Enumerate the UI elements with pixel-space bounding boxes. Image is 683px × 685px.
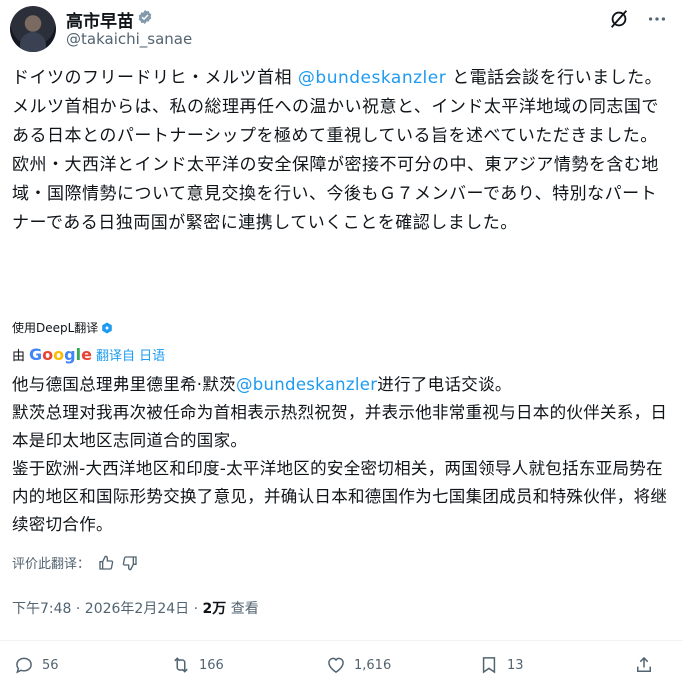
reply-icon bbox=[16, 657, 32, 674]
tweet-metadata: 下午7:48 · 2026年2月24日 · 2万 查看 bbox=[12, 598, 259, 618]
divider bbox=[0, 640, 683, 641]
author-name[interactable]: 高市早苗 bbox=[66, 7, 134, 32]
translation-text-segment: 他与德国总理弗里德里希·默茨 bbox=[12, 375, 236, 394]
bookmark-count: 13 bbox=[507, 657, 524, 673]
heart-icon bbox=[328, 657, 344, 673]
more-options-icon[interactable] bbox=[646, 8, 668, 30]
view-count: 2万 bbox=[202, 601, 227, 617]
rate-translation-label: 评价此翻译： bbox=[12, 557, 91, 572]
like-count: 1,616 bbox=[354, 657, 392, 673]
bookmark-icon bbox=[482, 657, 496, 674]
translated-from-label[interactable]: 翻译自 日语 bbox=[96, 349, 165, 364]
tweet-paragraph-1: ドイツのフリードリヒ・メルツ首相 @bundeskanzler と電話会談を行い… bbox=[12, 64, 672, 93]
mention-link[interactable]: @bundeskanzler bbox=[298, 68, 446, 88]
google-letter: G bbox=[29, 345, 43, 364]
translation-paragraph-3: 鉴于欧洲-大西洋地区和印度-太平洋地区的安全密切相关，两国领导人就包括东亚局势在… bbox=[12, 459, 668, 534]
google-letter: g bbox=[64, 345, 76, 364]
thumbs-up-icon[interactable] bbox=[98, 555, 114, 571]
translation-paragraph-2: 默茨总理对我再次被任命为首相表示热烈祝贺，并表示他非常重视与日本的伙伴关系，日本… bbox=[12, 403, 668, 450]
thumbs-down-icon[interactable] bbox=[122, 555, 138, 571]
tweet-text-segment: ドイツのフリードリヒ・メルツ首相 bbox=[12, 68, 298, 88]
reply-button[interactable]: 56 bbox=[14, 655, 59, 675]
avatar[interactable] bbox=[10, 6, 56, 52]
timestamp[interactable]: 下午7:48 · 2026年2月24日 · bbox=[12, 601, 203, 617]
views-label: 查看 bbox=[226, 601, 259, 617]
translated-by-prefix: 由 bbox=[12, 349, 26, 364]
google-letter: e bbox=[81, 345, 92, 364]
google-letter: o bbox=[53, 345, 65, 364]
share-icon bbox=[637, 656, 651, 672]
deepl-label: 使用DeepL翻译 bbox=[12, 321, 99, 335]
grok-icon[interactable] bbox=[608, 8, 630, 30]
tweet-text: ドイツのフリードリヒ・メルツ首相 @bundeskanzler と電話会談を行い… bbox=[12, 64, 672, 238]
deepl-icon bbox=[102, 322, 113, 334]
verified-badge-icon[interactable] bbox=[137, 9, 153, 25]
repost-count: 166 bbox=[199, 657, 224, 673]
translation-text: 他与德国总理弗里德里希·默茨@bundeskanzler进行了电话交谈。 默茨总… bbox=[12, 371, 672, 539]
translation-text-segment: 进行了电话交谈。 bbox=[377, 375, 512, 394]
repost-icon bbox=[174, 657, 188, 673]
google-logo: Google bbox=[29, 345, 92, 364]
rate-translation: 评价此翻译： bbox=[12, 553, 138, 572]
author-handle[interactable]: @takaichi_sanae bbox=[66, 30, 192, 48]
tweet-text-segment: と電話会談を行いました。 bbox=[446, 68, 663, 88]
tweet-header: 高市早苗 @takaichi_sanae bbox=[10, 4, 675, 54]
mention-link[interactable]: @bundeskanzler bbox=[236, 375, 377, 394]
tweet-paragraph-2: メルツ首相からは、私の総理再任への温かい祝意と、インド太平洋地域の同志国である日… bbox=[12, 97, 659, 146]
reply-count: 56 bbox=[42, 657, 59, 673]
like-button[interactable]: 1,616 bbox=[326, 655, 391, 675]
tweet-paragraph-3: 欧州・大西洋とインド太平洋の安全保障が密接不可分の中、東アジア情勢を含む地域・国… bbox=[12, 155, 659, 233]
translated-by-google: 由 Google 翻译自 日语 bbox=[12, 345, 165, 364]
translation-paragraph-1: 他与德国总理弗里德里希·默茨@bundeskanzler进行了电话交谈。 bbox=[12, 371, 672, 399]
bookmark-button[interactable]: 13 bbox=[479, 655, 524, 675]
google-letter: o bbox=[42, 345, 54, 364]
share-button[interactable] bbox=[634, 655, 662, 675]
deepl-translate-link[interactable]: 使用DeepL翻译 bbox=[12, 319, 113, 336]
action-bar: 56 166 1,616 13 bbox=[14, 655, 674, 681]
repost-button[interactable]: 166 bbox=[171, 655, 224, 675]
